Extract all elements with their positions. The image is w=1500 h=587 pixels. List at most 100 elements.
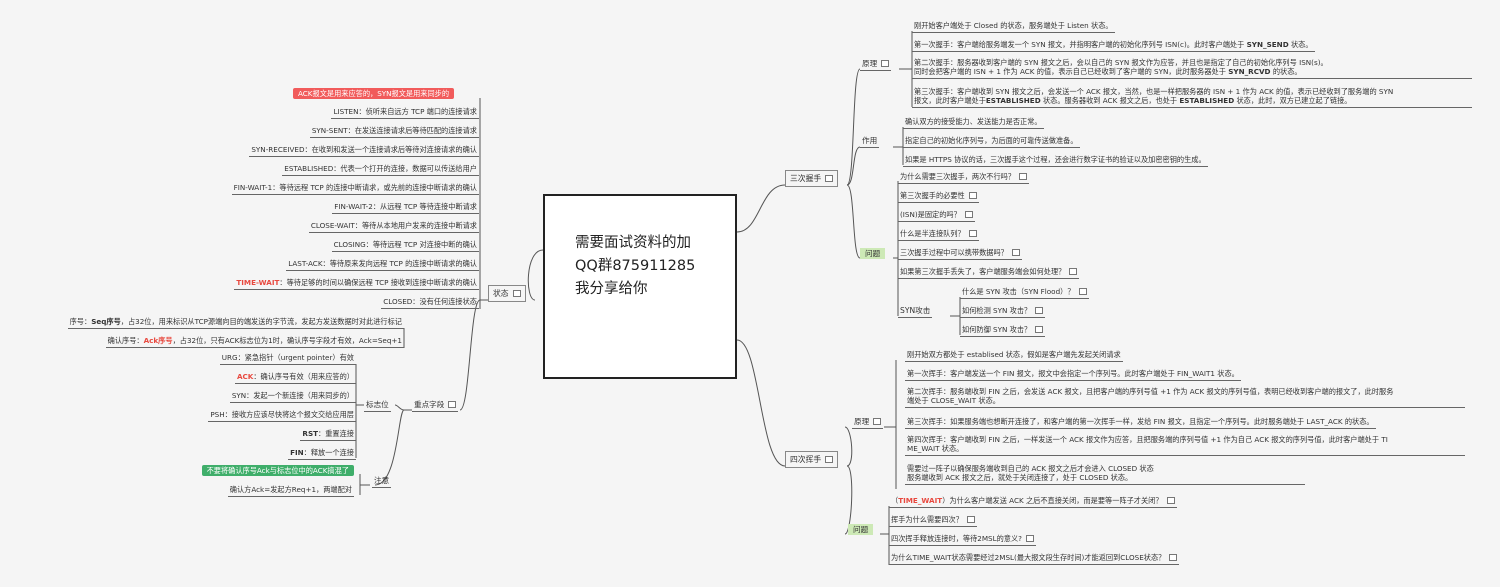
flag-ack[interactable]: ACK：确认序号有效（用来应答的） — [234, 372, 356, 384]
note-icon[interactable] — [1025, 535, 1034, 542]
note-icon[interactable] — [1169, 554, 1178, 561]
hs-principle-0[interactable]: 刚开始客户端处于 Closed 的状态，服务端处于 Listen 状态。 — [912, 21, 1115, 33]
flag-fin[interactable]: FIN：释放一个连接 — [288, 448, 356, 460]
hs-p3b-mid: 状态。服务器收到 ACK 报文之后，也处于 — [1042, 96, 1178, 105]
wave-q1-text: 挥手为什么需要四次？ — [891, 515, 963, 524]
wave-principle-5[interactable]: 需要过一阵子以确保服务端收到自己的 ACK 报文之后才会进入 CLOSED 状态… — [905, 464, 1305, 485]
topic-handshake[interactable]: 三次握手 — [785, 170, 839, 187]
note-icon[interactable] — [825, 175, 834, 182]
wave-questions[interactable]: 问题 — [848, 524, 874, 535]
note-icon[interactable] — [881, 60, 890, 67]
central-line-1: 需要面试资料的加 — [575, 235, 691, 251]
hs-principle-3[interactable]: 第三次握手：客户端收到 SYN 报文之后，会发送一个 ACK 报文，当然，也是一… — [912, 87, 1472, 108]
hs-question-0[interactable]: 为什么需要三次握手，两次不行吗？ — [898, 172, 1030, 184]
wave-principle-2[interactable]: 第二次挥手：服务端收到 FIN 之后，会发送 ACK 报文，且把客户端的序列号值… — [905, 387, 1465, 408]
handshake-purpose[interactable]: 作用 — [860, 136, 880, 148]
note-icon[interactable] — [1019, 173, 1028, 180]
hs-p3b: 报文，此时客户端处于 — [914, 96, 986, 105]
topic-fields[interactable]: 重点字段 — [412, 400, 459, 412]
state-closed[interactable]: CLOSED：没有任何连接状态 — [381, 297, 479, 309]
hs-purpose-1[interactable]: 指定自己的初始化序列号，为后面的可靠传送做准备。 — [903, 136, 1080, 148]
note-icon[interactable] — [1011, 249, 1020, 256]
note-icon[interactable] — [1035, 326, 1044, 333]
wave-question-3[interactable]: 为什么TIME_WAIT状态需要经过2MSL(最大报文段生存时间)才能返回到CL… — [889, 553, 1180, 565]
hs-question-4[interactable]: 三次握手过程中可以携带数据吗？ — [898, 248, 1022, 260]
hs-p2b-bold: SYN_RCVD — [1228, 67, 1271, 76]
note-icon[interactable] — [448, 401, 457, 408]
hs-question-1[interactable]: 第三次握手的必要性 — [898, 191, 979, 203]
topic-wave[interactable]: 四次挥手 — [785, 451, 839, 468]
state-listen[interactable]: LISTEN：侦听来自远方 TCP 端口的连接请求 — [331, 107, 479, 119]
state-closing[interactable]: CLOSING：等待远程 TCP 对连接中断的确认 — [331, 240, 479, 252]
note-icon[interactable] — [968, 230, 977, 237]
note-text[interactable]: 确认方Ack=发起方Req+1，两端配对 — [227, 485, 354, 497]
syn-attack-0-text: 什么是 SYN 攻击（SYN Flood）？ — [962, 287, 1075, 296]
note-icon[interactable] — [966, 516, 975, 523]
field-seq-prefix: 序号： — [69, 317, 92, 326]
note-icon[interactable] — [512, 290, 521, 297]
hs-principle-2[interactable]: 第二次握手：服务器收到客户端的 SYN 报文之后，会以自己的 SYN 报文作为应… — [912, 58, 1472, 79]
note-icon[interactable] — [1069, 268, 1078, 275]
hs-principle-1[interactable]: 第一次握手：客户端给服务端发一个 SYN 报文，并指明客户端的初始化序列号 IS… — [912, 40, 1315, 52]
time-wait-desc: ：等待足够的时间以确保远程 TCP 接收到连接中断请求的确认 — [279, 278, 477, 287]
hs-question-5[interactable]: 如果第三次握手丢失了，客户端服务端会如何处理？ — [898, 267, 1080, 279]
state-syn-received[interactable]: SYN-RECEIVED：在收到和发送一个连接请求后等待对连接请求的确认 — [249, 145, 479, 157]
syn-attack-2-text: 如何防御 SYN 攻击？ — [962, 325, 1032, 334]
hs-purpose-2[interactable]: 如果是 HTTPS 协议的话，三次握手这个过程，还会进行数字证书的验证以及加密密… — [903, 155, 1208, 167]
field-seq[interactable]: 序号：Seq序号，占32位，用来标识从TCP源端向目的端发送的字节流，发起方发送… — [67, 317, 404, 329]
state-fin-wait-2[interactable]: FIN-WAIT-2：从远程 TCP 等待连接中断请求 — [332, 202, 479, 214]
topic-states[interactable]: 状态 — [488, 285, 526, 302]
note-icon[interactable] — [1166, 497, 1175, 504]
flag-syn[interactable]: SYN：发起一个新连接（用来同步的） — [229, 391, 356, 403]
hs-p3b-line: 报文，此时客户端处于ESTABLISHED 状态。服务器收到 ACK 报文之后，… — [914, 96, 1470, 105]
hs-purpose-0[interactable]: 确认双方的接受能力、发送能力是否正常。 — [903, 117, 1044, 129]
wave-principle-4[interactable]: 第四次挥手：客户端收到 FIN 之后，一样发送一个 ACK 报文作为应答，且把服… — [905, 435, 1465, 456]
handshake-principle[interactable]: 原理 — [860, 59, 892, 71]
wave-principle-3[interactable]: 第三次挥手：如果服务端也想断开连接了，和客户端的第一次挥手一样，发给 FIN 报… — [905, 417, 1376, 429]
syn-attack-0[interactable]: 什么是 SYN 攻击（SYN Flood）？ — [960, 287, 1089, 299]
wave-principle-0[interactable]: 刚开始双方都处于 establised 状态，假如是客户端先发起关闭请求 — [905, 350, 1123, 362]
wave-principle-1[interactable]: 第一次挥手：客户端发送一个 FIN 报文，报文中会指定一个序列号。此时客户端处于… — [905, 369, 1241, 381]
note-pill[interactable]: 不要将确认序号Ack与标志位中的ACK搞混了 — [201, 465, 354, 476]
hs-p3a: 第三次握手：客户端收到 SYN 报文之后，会发送一个 ACK 报文，当然，也是一… — [914, 87, 1394, 96]
syn-attack-1[interactable]: 如何检测 SYN 攻击？ — [960, 306, 1046, 318]
state-close-wait[interactable]: CLOSE-WAIT：等待从本地用户发来的连接中断请求 — [308, 221, 479, 233]
note-icon[interactable] — [1078, 288, 1087, 295]
flags-label[interactable]: 标志位 — [364, 400, 391, 412]
wave-q2-text: 四次挥手释放连接时，等待2MSL的意义? — [891, 534, 1022, 543]
wave-question-2[interactable]: 四次挥手释放连接时，等待2MSL的意义? — [889, 534, 1036, 546]
flag-ack-desc: ：确认序号有效（用来应答的） — [253, 372, 354, 381]
flag-rst[interactable]: RST：重置连接 — [300, 429, 356, 441]
note-label[interactable]: 注意 — [372, 476, 392, 488]
hs-question-3[interactable]: 什么是半连接队列？ — [898, 229, 979, 241]
field-seq-desc: ，占32位，用来标识从TCP源端向目的端发送的字节流，发起方发送数据时对此进行标… — [120, 317, 402, 326]
topic-states-label: 状态 — [493, 289, 509, 298]
state-established[interactable]: ESTABLISHED：代表一个打开的连接，数据可以传送给用户 — [282, 164, 479, 176]
states-header-pill[interactable]: ACK报文是用来应答的，SYN报文是用来同步的 — [293, 88, 455, 99]
syn-attack-1-text: 如何检测 SYN 攻击？ — [962, 306, 1032, 315]
syn-attack-label[interactable]: SYN攻击 — [898, 306, 933, 318]
state-last-ack[interactable]: LAST-ACK：等待原来发向远程 TCP 的连接中断请求的确认 — [286, 259, 479, 271]
wave-question-0[interactable]: （TIME_WAIT）为什么客户端发送 ACK 之后不直接关闭，而是要等一阵子才… — [889, 496, 1177, 508]
handshake-questions[interactable]: 问题 — [860, 248, 886, 259]
syn-attack-2[interactable]: 如何防御 SYN 攻击？ — [960, 325, 1046, 337]
field-ack[interactable]: 确认序号：Ack序号，占32位，只有ACK标志位为1时，确认序号字段才有效，Ac… — [105, 336, 404, 348]
note-icon[interactable] — [825, 456, 834, 463]
flag-psh[interactable]: PSH：接收方应该尽快将这个报文交给应用层 — [208, 410, 356, 422]
wave-principle[interactable]: 原理 — [852, 417, 884, 429]
wave-p5a: 需要过一阵子以确保服务端收到自己的 ACK 报文之后才会进入 CLOSED 状态 — [907, 464, 1154, 473]
note-icon[interactable] — [873, 418, 882, 425]
state-syn-sent[interactable]: SYN-SENT：在发送连接请求后等待匹配的连接请求 — [309, 126, 479, 138]
note-icon[interactable] — [964, 211, 973, 218]
state-fin-wait-1[interactable]: FIN-WAIT-1：等待远程 TCP 的连接中断请求，或先前的连接中断请求的确… — [231, 183, 479, 195]
field-ack-key: Ack序号 — [143, 336, 173, 345]
note-icon[interactable] — [968, 192, 977, 199]
note-icon[interactable] — [1035, 307, 1044, 314]
topic-wave-label: 四次挥手 — [790, 455, 822, 464]
hs-question-2[interactable]: (ISN)是固定的吗？ — [898, 210, 975, 222]
flag-urg[interactable]: URG：紧急指针（urgent pointer）有效 — [219, 353, 356, 365]
wave-question-1[interactable]: 挥手为什么需要四次？ — [889, 515, 977, 527]
state-time-wait[interactable]: TIME-WAIT：等待足够的时间以确保远程 TCP 接收到连接中断请求的确认 — [234, 278, 479, 290]
central-topic[interactable]: 需要面试资料的加 QQ群875911285 我分享给你 — [543, 194, 737, 379]
wave-q0-text: ）为什么客户端发送 ACK 之后不直接关闭，而是要等一阵子才关闭？ — [942, 496, 1163, 505]
